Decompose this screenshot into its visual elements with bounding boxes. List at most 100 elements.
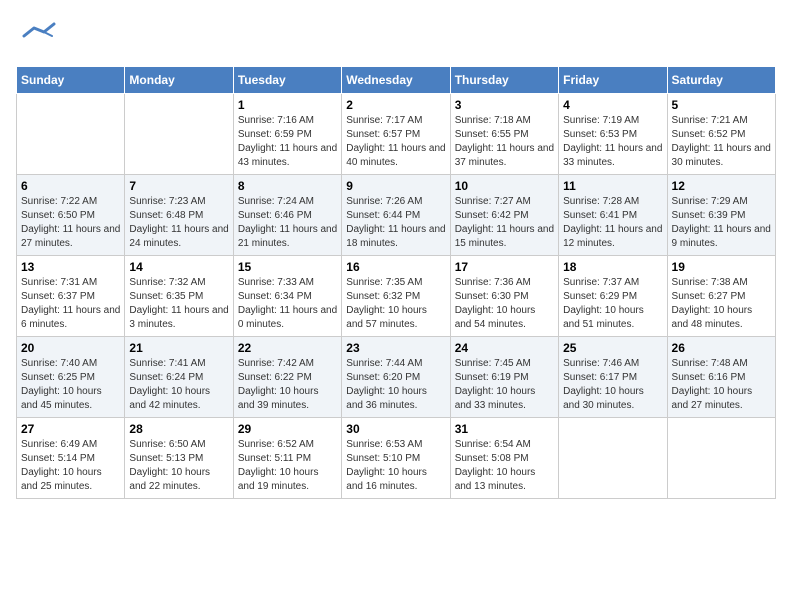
day-number: 28 [129, 422, 228, 436]
calendar-cell: 5 Sunrise: 7:21 AMSunset: 6:52 PMDaylight… [667, 94, 775, 175]
day-number: 3 [455, 98, 554, 112]
calendar-cell: 20Sunrise: 7:40 AMSunset: 6:25 PMDayligh… [17, 337, 125, 418]
calendar-cell: 17 Sunrise: 7:36 AMSunset: 6:30 PMDayligh… [450, 256, 558, 337]
day-number: 5 [672, 98, 771, 112]
day-number: 4 [563, 98, 662, 112]
day-number: 19 [672, 260, 771, 274]
day-info: Sunrise: 7:21 AMSunset: 6:52 PMDaylight:… [672, 114, 771, 170]
day-header-tuesday: Tuesday [233, 67, 341, 94]
day-number: 13 [21, 260, 120, 274]
day-number: 20 [21, 341, 120, 355]
day-info: Sunrise: 7:41 AMSunset: 6:24 PMDaylight:… [129, 357, 228, 413]
day-info: Sunrise: 7:46 AMSunset: 6:17 PMDaylight:… [563, 357, 662, 413]
day-info: Sunrise: 6:52 AMSunset: 5:11 PMDaylight:… [238, 438, 337, 494]
calendar-cell: 23 Sunrise: 7:44 AMSunset: 6:20 PMDayligh… [342, 337, 450, 418]
calendar-week-2: 6 Sunrise: 7:22 AMSunset: 6:50 PMDaylight… [17, 175, 776, 256]
day-number: 22 [238, 341, 337, 355]
calendar-cell: 30 Sunrise: 6:53 AMSunset: 5:10 PMDayligh… [342, 418, 450, 499]
day-number: 17 [455, 260, 554, 274]
calendar-cell: 25 Sunrise: 7:46 AMSunset: 6:17 PMDayligh… [559, 337, 667, 418]
calendar-cell: 14 Sunrise: 7:32 AMSunset: 6:35 PMDayligh… [125, 256, 233, 337]
day-info: Sunrise: 7:36 AMSunset: 6:30 PMDaylight:… [455, 276, 554, 332]
logo [16, 16, 56, 56]
day-number: 30 [346, 422, 445, 436]
calendar-cell: 13Sunrise: 7:31 AMSunset: 6:37 PMDayligh… [17, 256, 125, 337]
day-info: Sunrise: 7:24 AMSunset: 6:46 PMDaylight:… [238, 195, 337, 251]
day-info: Sunrise: 7:37 AMSunset: 6:29 PMDaylight:… [563, 276, 662, 332]
day-info: Sunrise: 7:32 AMSunset: 6:35 PMDaylight:… [129, 276, 228, 332]
page-header [16, 16, 776, 56]
calendar-cell: 11 Sunrise: 7:28 AMSunset: 6:41 PMDayligh… [559, 175, 667, 256]
day-info: Sunrise: 7:23 AMSunset: 6:48 PMDaylight:… [129, 195, 228, 251]
day-header-saturday: Saturday [667, 67, 775, 94]
calendar-cell: 1Sunrise: 7:16 AMSunset: 6:59 PMDaylight… [233, 94, 341, 175]
day-info: Sunrise: 6:53 AMSunset: 5:10 PMDaylight:… [346, 438, 445, 494]
calendar-cell: 16 Sunrise: 7:35 AMSunset: 6:32 PMDayligh… [342, 256, 450, 337]
day-number: 7 [129, 179, 228, 193]
calendar-cell: 24Sunrise: 7:45 AMSunset: 6:19 PMDayligh… [450, 337, 558, 418]
day-header-wednesday: Wednesday [342, 67, 450, 94]
day-number: 16 [346, 260, 445, 274]
day-number: 2 [346, 98, 445, 112]
day-number: 12 [672, 179, 771, 193]
day-number: 31 [455, 422, 554, 436]
day-info: Sunrise: 7:17 AMSunset: 6:57 PMDaylight:… [346, 114, 445, 170]
calendar-cell: 3 Sunrise: 7:18 AMSunset: 6:55 PMDaylight… [450, 94, 558, 175]
calendar-cell: 27Sunrise: 6:49 AMSunset: 5:14 PMDayligh… [17, 418, 125, 499]
calendar-cell: 19Sunrise: 7:38 AMSunset: 6:27 PMDayligh… [667, 256, 775, 337]
calendar-cell: 8 Sunrise: 7:24 AMSunset: 6:46 PMDaylight… [233, 175, 341, 256]
calendar-week-4: 20Sunrise: 7:40 AMSunset: 6:25 PMDayligh… [17, 337, 776, 418]
day-number: 25 [563, 341, 662, 355]
day-number: 27 [21, 422, 120, 436]
calendar-cell: 4Sunrise: 7:19 AMSunset: 6:53 PMDaylight… [559, 94, 667, 175]
calendar-cell: 15 Sunrise: 7:33 AMSunset: 6:34 PMDayligh… [233, 256, 341, 337]
day-info: Sunrise: 7:27 AMSunset: 6:42 PMDaylight:… [455, 195, 554, 251]
day-info: Sunrise: 7:29 AMSunset: 6:39 PMDaylight:… [672, 195, 771, 251]
calendar-cell: 31Sunrise: 6:54 AMSunset: 5:08 PMDayligh… [450, 418, 558, 499]
day-header-friday: Friday [559, 67, 667, 94]
calendar-table: SundayMondayTuesdayWednesdayThursdayFrid… [16, 66, 776, 499]
calendar-cell: 29Sunrise: 6:52 AMSunset: 5:11 PMDayligh… [233, 418, 341, 499]
day-info: Sunrise: 7:18 AMSunset: 6:55 PMDaylight:… [455, 114, 554, 170]
day-number: 14 [129, 260, 228, 274]
day-number: 8 [238, 179, 337, 193]
calendar-week-3: 13Sunrise: 7:31 AMSunset: 6:37 PMDayligh… [17, 256, 776, 337]
calendar-cell: 28 Sunrise: 6:50 AMSunset: 5:13 PMDayligh… [125, 418, 233, 499]
calendar-cell: 7 Sunrise: 7:23 AMSunset: 6:48 PMDaylight… [125, 175, 233, 256]
day-info: Sunrise: 7:44 AMSunset: 6:20 PMDaylight:… [346, 357, 445, 413]
day-number: 6 [21, 179, 120, 193]
calendar-cell [667, 418, 775, 499]
day-number: 1 [238, 98, 337, 112]
day-number: 10 [455, 179, 554, 193]
day-number: 18 [563, 260, 662, 274]
day-header-thursday: Thursday [450, 67, 558, 94]
calendar-cell: 21 Sunrise: 7:41 AMSunset: 6:24 PMDayligh… [125, 337, 233, 418]
day-info: Sunrise: 7:48 AMSunset: 6:16 PMDaylight:… [672, 357, 771, 413]
day-number: 26 [672, 341, 771, 355]
calendar-header-row: SundayMondayTuesdayWednesdayThursdayFrid… [17, 67, 776, 94]
calendar-cell [559, 418, 667, 499]
calendar-cell [125, 94, 233, 175]
calendar-cell: 9 Sunrise: 7:26 AMSunset: 6:44 PMDaylight… [342, 175, 450, 256]
calendar-cell: 22 Sunrise: 7:42 AMSunset: 6:22 PMDayligh… [233, 337, 341, 418]
day-info: Sunrise: 7:33 AMSunset: 6:34 PMDaylight:… [238, 276, 337, 332]
day-number: 24 [455, 341, 554, 355]
calendar-cell: 12 Sunrise: 7:29 AMSunset: 6:39 PMDayligh… [667, 175, 775, 256]
day-number: 23 [346, 341, 445, 355]
calendar-cell [17, 94, 125, 175]
day-header-sunday: Sunday [17, 67, 125, 94]
day-info: Sunrise: 7:22 AMSunset: 6:50 PMDaylight:… [21, 195, 120, 251]
logo-icon [16, 16, 56, 56]
day-info: Sunrise: 7:26 AMSunset: 6:44 PMDaylight:… [346, 195, 445, 251]
day-number: 11 [563, 179, 662, 193]
calendar-cell: 2 Sunrise: 7:17 AMSunset: 6:57 PMDaylight… [342, 94, 450, 175]
day-number: 21 [129, 341, 228, 355]
day-number: 15 [238, 260, 337, 274]
day-info: Sunrise: 6:50 AMSunset: 5:13 PMDaylight:… [129, 438, 228, 494]
calendar-cell: 18 Sunrise: 7:37 AMSunset: 6:29 PMDayligh… [559, 256, 667, 337]
day-number: 9 [346, 179, 445, 193]
day-info: Sunrise: 7:28 AMSunset: 6:41 PMDaylight:… [563, 195, 662, 251]
day-info: Sunrise: 7:42 AMSunset: 6:22 PMDaylight:… [238, 357, 337, 413]
day-info: Sunrise: 7:35 AMSunset: 6:32 PMDaylight:… [346, 276, 445, 332]
calendar-week-1: 1Sunrise: 7:16 AMSunset: 6:59 PMDaylight… [17, 94, 776, 175]
